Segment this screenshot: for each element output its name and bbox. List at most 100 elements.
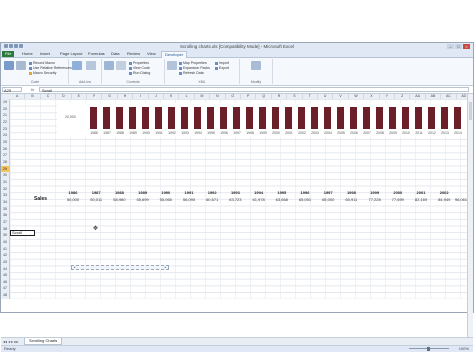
refresh-data-button[interactable]: Refresh Data bbox=[179, 71, 204, 75]
tab-home[interactable]: Home bbox=[19, 51, 36, 57]
source-button[interactable] bbox=[167, 61, 177, 70]
chart-bar bbox=[233, 107, 240, 129]
insert-control-button[interactable] bbox=[104, 61, 114, 70]
embedded-chart[interactable]: 20,000 1986 1987 1988 1989 1990 1991 1992 1993 1… bbox=[57, 103, 469, 137]
row-header[interactable]: 45 bbox=[1, 272, 9, 279]
group-label-controls: Controls bbox=[126, 80, 140, 84]
expansion-packs-button[interactable]: Expansion Packs bbox=[179, 66, 210, 70]
row-header[interactable]: 41 bbox=[1, 246, 9, 253]
row-header[interactable]: 20 bbox=[1, 106, 9, 113]
tab-view[interactable]: View bbox=[144, 51, 159, 57]
chart-x-tick-label: 1995 bbox=[207, 131, 215, 135]
chart-bar bbox=[428, 107, 435, 129]
chart-bar bbox=[285, 107, 292, 129]
table-year-header: 1998 bbox=[346, 190, 356, 195]
fx-icon[interactable]: fx bbox=[31, 87, 34, 92]
row-header[interactable]: 38 bbox=[1, 226, 9, 233]
zoom-slider[interactable] bbox=[409, 346, 449, 351]
chart-x-tick-label: 1992 bbox=[168, 131, 176, 135]
visual-basic-button[interactable] bbox=[4, 61, 14, 70]
record-macro-button[interactable]: Record Macro bbox=[29, 61, 55, 65]
row-header[interactable]: 46 bbox=[1, 279, 9, 286]
zoom-slider-thumb[interactable] bbox=[427, 346, 430, 351]
close-icon[interactable]: × bbox=[463, 44, 470, 49]
chart-x-tick-label: 1990 bbox=[142, 131, 150, 135]
import-button[interactable]: Import bbox=[215, 61, 229, 65]
scroll-left-arrow-icon[interactable]: ◂ bbox=[72, 266, 77, 269]
export-button[interactable]: Export bbox=[215, 66, 229, 70]
row-header[interactable]: 31 bbox=[1, 179, 9, 186]
maximize-icon[interactable]: □ bbox=[455, 44, 462, 49]
tab-data[interactable]: Data bbox=[108, 51, 122, 57]
chart-x-tick-label: 1993 bbox=[181, 131, 189, 135]
design-mode-button[interactable] bbox=[116, 61, 126, 70]
row-header[interactable]: 19 bbox=[1, 99, 9, 106]
document-panel-button[interactable] bbox=[251, 61, 261, 70]
table-sales-value: 50,000 bbox=[66, 197, 80, 202]
macro-security-button[interactable]: Macro Security bbox=[29, 71, 56, 75]
zoom-level[interactable]: 100% bbox=[459, 347, 469, 351]
ribbon: Record Macro Use Relative References Mac… bbox=[1, 58, 473, 86]
relative-references-button[interactable]: Use Relative References bbox=[29, 66, 72, 70]
chart-bar bbox=[415, 107, 422, 129]
scroll-right-arrow-icon[interactable]: ▸ bbox=[163, 266, 168, 269]
tab-page-layout[interactable]: Page Layout bbox=[57, 51, 85, 57]
window-title: Scrolling charts.xls [Compatibility Mode… bbox=[179, 44, 295, 49]
row-header[interactable]: 24 bbox=[1, 132, 9, 139]
row-header[interactable]: 30 bbox=[1, 172, 9, 179]
chart-bar bbox=[350, 107, 357, 129]
view-code-button[interactable]: View Code bbox=[129, 66, 150, 70]
row-header[interactable]: 40 bbox=[1, 239, 9, 246]
active-cell[interactable]: Scroll bbox=[10, 230, 35, 236]
tab-developer[interactable]: Developer bbox=[161, 51, 188, 58]
row-header[interactable]: 28 bbox=[1, 159, 9, 166]
tab-file[interactable]: File bbox=[2, 51, 15, 57]
row-header[interactable]: 22 bbox=[1, 119, 9, 126]
vertical-scrollbar[interactable] bbox=[467, 94, 473, 337]
row-header[interactable]: 36 bbox=[1, 212, 9, 219]
row-header[interactable]: 48 bbox=[1, 292, 9, 299]
chart-x-tick-label: 1988 bbox=[116, 131, 124, 135]
sheet-nav-arrows-icon[interactable]: ◂◂ ◂ ▸ ▸▸ bbox=[3, 339, 18, 344]
tab-insert[interactable]: Insert bbox=[37, 51, 53, 57]
sheet-tab-scrolling-charts[interactable]: Scrolling Charts bbox=[24, 338, 63, 345]
row-header[interactable]: 44 bbox=[1, 266, 9, 273]
formula-input[interactable]: Scroll bbox=[39, 87, 469, 93]
row-header[interactable]: 23 bbox=[1, 126, 9, 133]
chart-bar bbox=[272, 107, 279, 129]
vertical-scroll-thumb[interactable] bbox=[469, 102, 472, 120]
row-header[interactable]: 27 bbox=[1, 152, 9, 159]
row-header[interactable]: 35 bbox=[1, 206, 9, 213]
name-box[interactable]: A29 bbox=[2, 87, 22, 93]
add-ins-button[interactable] bbox=[72, 61, 82, 70]
com-add-ins-button[interactable] bbox=[86, 61, 96, 70]
row-header[interactable]: 37 bbox=[1, 219, 9, 226]
row-header[interactable]: 26 bbox=[1, 146, 9, 153]
tab-review[interactable]: Review bbox=[124, 51, 143, 57]
row-header[interactable]: 32 bbox=[1, 186, 9, 193]
row-header[interactable]: 42 bbox=[1, 252, 9, 259]
tab-formulas[interactable]: Formulas bbox=[85, 51, 108, 57]
macros-button[interactable] bbox=[16, 61, 26, 70]
scrollbar-form-control[interactable]: ◂ ▸ bbox=[71, 265, 169, 270]
run-dialog-button[interactable]: Run Dialog bbox=[129, 71, 150, 75]
table-sales-value: 77,228 bbox=[368, 197, 381, 202]
row-header[interactable]: 21 bbox=[1, 112, 9, 119]
properties-button[interactable]: Properties bbox=[129, 61, 149, 65]
row-header[interactable]: 33 bbox=[1, 192, 9, 199]
row-header[interactable]: 29 bbox=[1, 165, 9, 173]
row-header[interactable]: 25 bbox=[1, 139, 9, 146]
row-header[interactable]: 47 bbox=[1, 285, 9, 292]
map-properties-button[interactable]: Map Properties bbox=[179, 61, 207, 65]
row-header[interactable]: 34 bbox=[1, 199, 9, 206]
table-year-header: 1989 bbox=[138, 190, 148, 195]
chart-x-tick-label: 2011 bbox=[415, 131, 423, 135]
chart-bar bbox=[298, 107, 305, 129]
chart-x-tick-label: 1996 bbox=[220, 131, 228, 135]
group-add-ins: Add-Ins bbox=[69, 59, 102, 84]
row-header[interactable]: 43 bbox=[1, 259, 9, 266]
minimize-icon[interactable]: – bbox=[447, 44, 454, 49]
row-header[interactable]: 39 bbox=[1, 232, 9, 239]
chart-x-tick-label: 1987 bbox=[103, 131, 111, 135]
chart-bar bbox=[194, 107, 201, 129]
